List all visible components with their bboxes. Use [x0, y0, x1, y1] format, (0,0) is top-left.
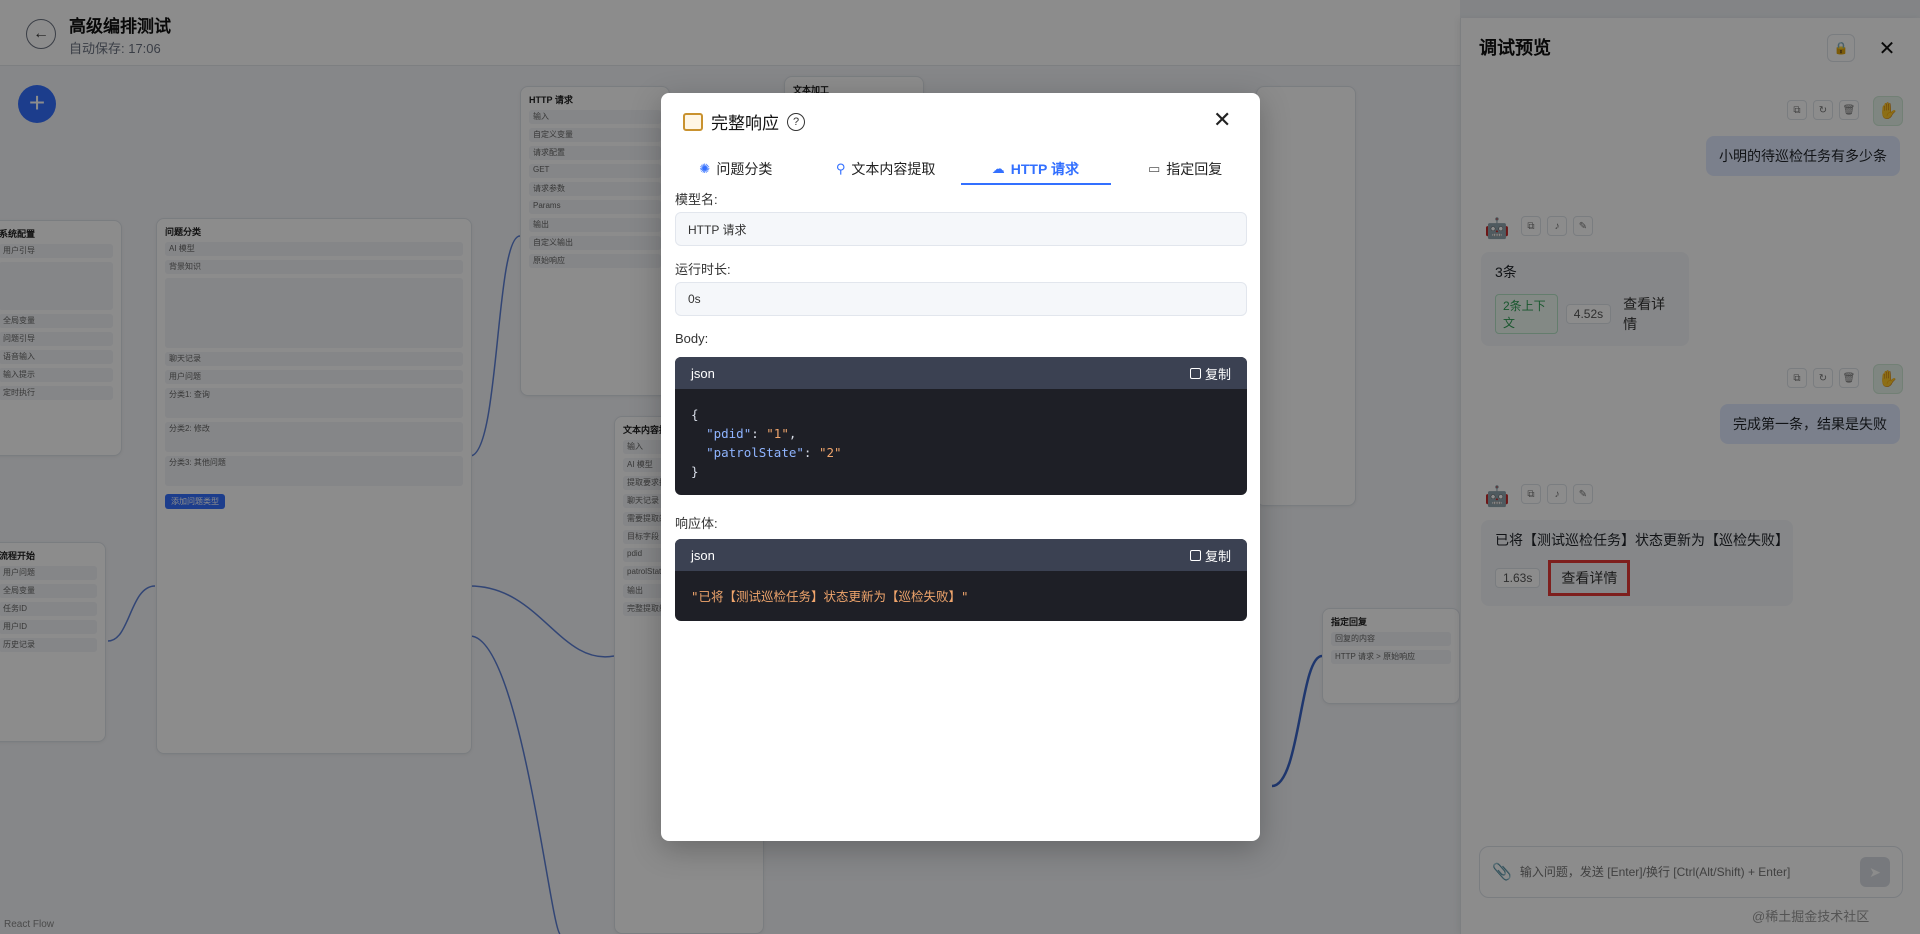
- model-name-label: 模型名:: [675, 192, 718, 207]
- response-icon: [683, 112, 703, 131]
- active-tab-indicator: [961, 183, 1111, 185]
- reply-icon: ▭: [1147, 161, 1161, 176]
- tab-question-classify[interactable]: ✺ 问题分类: [661, 151, 811, 187]
- modal-title: 完整响应: [711, 114, 779, 133]
- runtime-value: 0s: [675, 282, 1247, 316]
- copy-icon: [1189, 367, 1201, 379]
- tab-text-extract[interactable]: ⚲ 文本内容提取: [811, 151, 961, 187]
- help-icon[interactable]: ?: [787, 112, 805, 131]
- copy-icon: [1189, 549, 1201, 561]
- tab-reply[interactable]: ▭ 指定回复: [1110, 151, 1260, 187]
- body-code-block: json 复制 { "pdid": "1", "patrolState": "2…: [675, 357, 1247, 495]
- response-tabs: ✺ 问题分类 ⚲ 文本内容提取 ☁ HTTP 请求 ▭ 指定回复: [661, 151, 1260, 187]
- full-response-modal: 完整响应 ? ✕ ✺ 问题分类 ⚲ 文本内容提取 ☁ HTTP 请求 ▭ 指定回…: [661, 93, 1260, 841]
- close-icon: ✕: [1213, 107, 1232, 132]
- brain-icon: ✺: [699, 161, 711, 176]
- body-label: Body:: [675, 331, 709, 346]
- extract-icon: ⚲: [835, 161, 846, 176]
- modal-close-button[interactable]: ✕: [1213, 107, 1231, 133]
- copy-response-button[interactable]: 复制: [1189, 546, 1231, 565]
- response-code: "已将【测试巡检任务】状态更新为【巡检失败】": [691, 589, 969, 604]
- response-code-block: json 复制 "已将【测试巡检任务】状态更新为【巡检失败】": [675, 539, 1247, 621]
- copy-body-button[interactable]: 复制: [1189, 364, 1231, 383]
- response-label: 响应体:: [675, 516, 718, 531]
- body-lang: json: [691, 365, 715, 381]
- runtime-label: 运行时长:: [675, 262, 731, 277]
- body-code: { "pdid": "1", "patrolState": "2" }: [691, 407, 842, 479]
- cloud-icon: ☁: [991, 161, 1005, 176]
- tab-http-request[interactable]: ☁ HTTP 请求: [961, 151, 1111, 187]
- response-lang: json: [691, 547, 715, 563]
- model-name-value: HTTP 请求: [675, 212, 1247, 246]
